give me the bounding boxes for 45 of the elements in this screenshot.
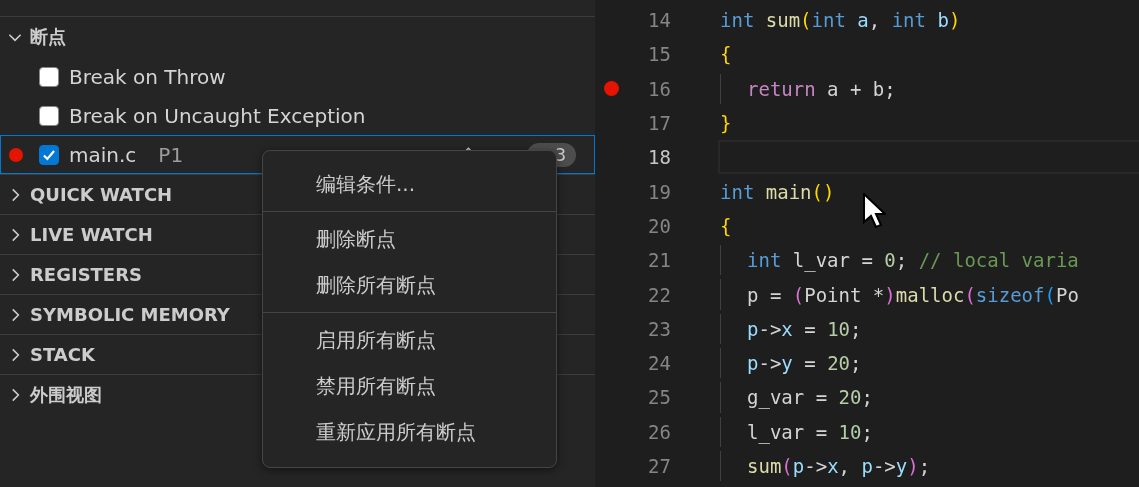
line-number: 24 — [647, 352, 671, 375]
code-line: p->x = 10; — [747, 317, 862, 340]
line-number: 16 — [647, 77, 671, 100]
line-number: 25 — [647, 386, 671, 409]
code-line: p = (Point *)malloc(sizeof(Po — [747, 283, 1079, 306]
line-number: 27 — [647, 455, 671, 477]
checkbox[interactable] — [39, 144, 59, 165]
menu-item[interactable]: 启用所有断点 — [263, 317, 556, 363]
breakpoint-detail: P1 — [158, 142, 184, 167]
mouse-pointer-icon — [862, 193, 886, 229]
line-number: 15 — [647, 43, 671, 66]
code-line: } — [720, 112, 732, 135]
breakpoint-row[interactable]: Break on Throw — [0, 57, 595, 96]
menu-item[interactable]: 删除所有断点 — [263, 262, 556, 308]
breakpoint-label: main.c — [69, 142, 137, 167]
line-number: 18 — [647, 146, 671, 169]
breakpoint-label: Break on Uncaught Exception — [69, 103, 366, 128]
line-number: 22 — [647, 283, 671, 306]
line-number: 19 — [647, 180, 671, 203]
checkbox[interactable] — [39, 105, 59, 126]
menu-item[interactable]: 禁用所有断点 — [263, 363, 556, 409]
breakpoint-row[interactable]: Break on Uncaught Exception — [0, 96, 595, 135]
code-line: g_var = 20; — [747, 386, 873, 409]
breakpoint-label: Break on Throw — [69, 64, 226, 89]
breakpoint-dot-icon[interactable] — [603, 81, 619, 97]
line-number: 20 — [647, 214, 671, 237]
checkbox[interactable] — [39, 66, 59, 87]
menu-item[interactable]: 删除断点 — [263, 216, 556, 262]
code-line: int l_var = 0; // local varia — [747, 249, 1079, 272]
code-line: int main() — [720, 180, 835, 203]
code-line: { — [720, 214, 732, 237]
line-number: 17 — [647, 112, 671, 135]
code-line: { — [720, 43, 732, 66]
line-number: 21 — [647, 249, 671, 272]
code-line: int sum(int a, int b) — [720, 9, 961, 32]
line-number: 26 — [647, 420, 671, 443]
line-number: 14 — [647, 9, 671, 32]
section-header[interactable]: 断点 — [0, 17, 595, 57]
line-number: 23 — [647, 317, 671, 340]
breakpoint-dot-icon — [9, 147, 23, 162]
code-line: sum(p->x, p->y); — [747, 455, 931, 477]
code-line: p->y = 20; — [747, 352, 862, 375]
menu-item[interactable]: 重新应用所有断点 — [263, 409, 556, 455]
code-line: l_var = 10; — [747, 420, 873, 443]
code-line: return a + b; — [747, 77, 896, 100]
